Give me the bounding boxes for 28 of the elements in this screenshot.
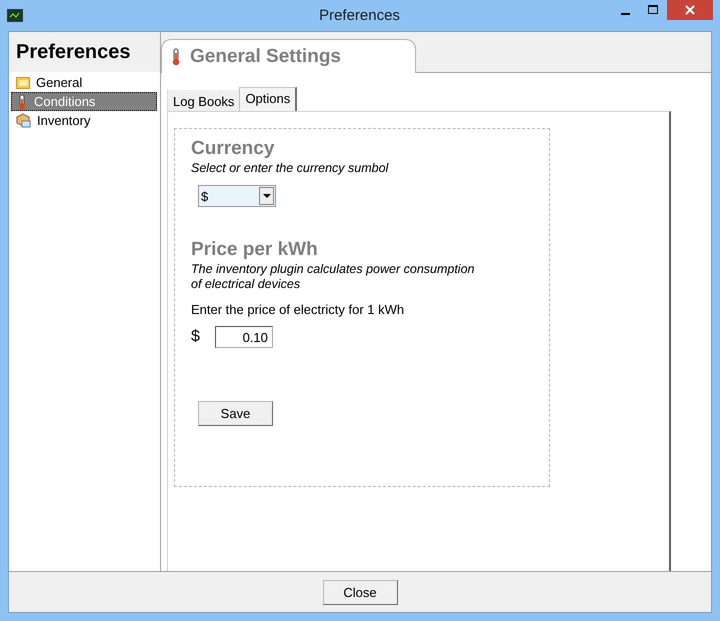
maximize-icon — [648, 5, 658, 15]
price-field[interactable]: 0.10 — [214, 326, 273, 348]
sidebar-item[interactable]: Inventory — [11, 111, 157, 130]
currency-dropdown[interactable]: $ — [198, 185, 276, 207]
sidebar-title: Preferences — [16, 40, 131, 64]
prompt-label: Enter the price of electricty for 1 kWh — [191, 302, 406, 317]
thermometer-icon — [170, 48, 182, 66]
tab[interactable]: Log Books — [167, 90, 240, 111]
thermometer-icon — [16, 94, 28, 110]
sidebar-item[interactable]: Conditions — [11, 92, 157, 111]
close-dialog-button[interactable]: Close — [322, 580, 398, 604]
dropdown-arrow-icon — [262, 194, 270, 198]
tab[interactable]: Options — [239, 87, 298, 111]
minimize-icon — [620, 12, 630, 14]
close-icon — [685, 5, 695, 15]
page-title: General Settings — [190, 46, 341, 68]
folder-icon — [16, 76, 30, 88]
currency-symbol: $ — [191, 328, 200, 346]
package-icon — [16, 113, 31, 128]
section-heading: Price per kWh — [191, 239, 319, 261]
app-icon — [7, 8, 23, 22]
hint-text: Select or enter the currency sumbol — [191, 161, 390, 176]
close-button[interactable] — [667, 0, 713, 20]
window-title: Preferences — [319, 7, 400, 24]
section-heading: Currency — [191, 138, 276, 160]
sidebar-item[interactable]: General — [11, 73, 157, 92]
save-button[interactable]: Save — [198, 401, 273, 426]
hint-text: The inventory plugin calculates power consumption of electrical devices — [191, 262, 476, 292]
